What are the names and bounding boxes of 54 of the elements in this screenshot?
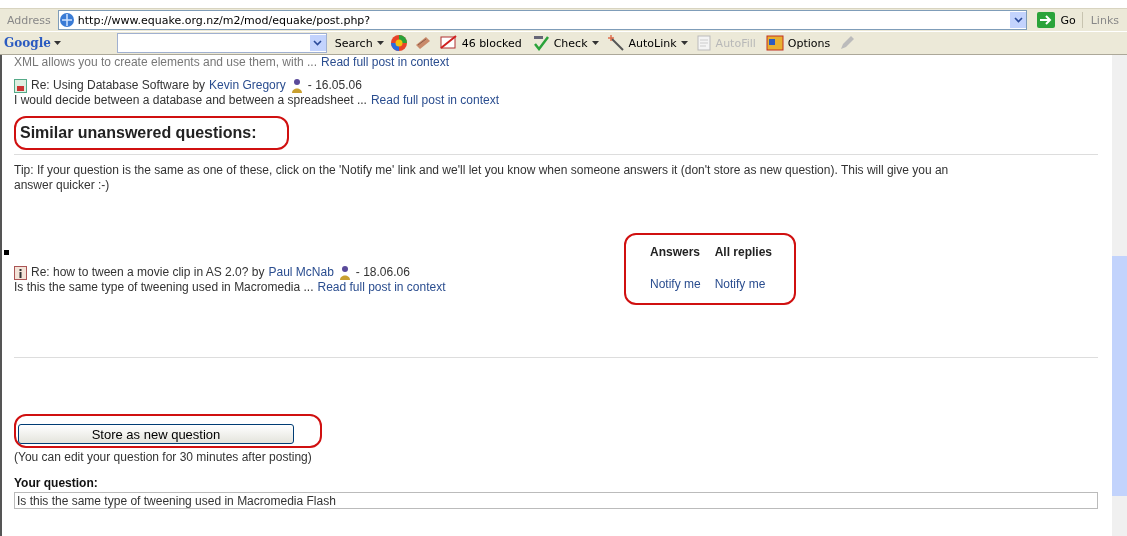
user-badge-icon — [337, 265, 352, 280]
column-header: All replies — [714, 245, 773, 259]
read-more-link[interactable]: Read full post in context — [317, 280, 446, 295]
image-icon — [14, 78, 27, 93]
post-title: Re: how to tween a movie clip in AS 2.0? by — [31, 265, 265, 280]
pagerank-icon[interactable] — [389, 34, 408, 52]
section-heading: Similar unanswered questions: — [20, 124, 257, 142]
form-icon — [695, 35, 712, 51]
dropdown-button[interactable] — [309, 35, 326, 51]
author-link[interactable]: Kevin Gregory — [209, 78, 286, 93]
address-label: Address — [6, 13, 52, 27]
check-icon — [531, 35, 550, 51]
caret-icon[interactable] — [376, 41, 384, 45]
author-link[interactable]: Paul McNab — [268, 265, 334, 280]
chevron-icon — [313, 40, 323, 46]
search-button[interactable]: Search — [332, 36, 375, 50]
store-question-button[interactable]: Store as new question — [18, 424, 294, 444]
post-date: - 16.05.06 — [307, 78, 362, 93]
page-icon — [58, 12, 75, 28]
caret-icon[interactable] — [53, 41, 61, 45]
caret-icon[interactable] — [591, 41, 599, 45]
post-excerpt: Is this the same type of tweening used in Macromedia ... — [14, 280, 314, 295]
edit-note: (You can edit your question for 30 minutes after posting) — [14, 450, 313, 464]
question-field[interactable]: Is this the same type of tweening used in Macromedia Flash — [14, 492, 1098, 509]
post-title: Re: Using Database Software by — [31, 78, 206, 93]
scrollbar[interactable] — [1112, 55, 1127, 536]
post-date: - 18.06.06 — [355, 265, 410, 280]
caret-icon[interactable] — [680, 41, 688, 45]
spell-check-button[interactable]: Check — [529, 35, 590, 51]
read-more-link[interactable]: Read full post in context — [370, 93, 499, 108]
scroll-thumb[interactable] — [1112, 256, 1127, 496]
popup-blocker-button[interactable]: 46 blocked — [437, 35, 524, 51]
info-icon — [14, 265, 27, 280]
post-excerpt: XML allows you to create elements and use them, with ... — [14, 56, 318, 68]
user-badge-icon — [289, 78, 304, 93]
google-logo[interactable]: Google — [4, 35, 51, 51]
read-more-link[interactable]: Read full post in context — [321, 56, 450, 68]
column-header: Answers — [650, 245, 701, 259]
notify-link[interactable]: Notify me — [714, 277, 773, 291]
tip-text: Tip: If your question is the same as one of these, click on the 'Notify me' link and we'll let you know when someone answers it (don't store as new question). This will give you an answer quicker :-) — [14, 163, 950, 193]
wand-icon — [606, 35, 625, 51]
blocked-window-icon — [439, 35, 458, 51]
field-label: Your question: — [14, 476, 99, 490]
address-field[interactable]: http://www.equake.org.nz/m2/mod/equake/post.php? — [57, 10, 1028, 30]
autolink-button[interactable]: AutoLink — [604, 35, 679, 51]
notify-link[interactable]: Notify me — [650, 277, 701, 291]
dropdown-button[interactable] — [1010, 12, 1027, 28]
options-button[interactable]: Options — [763, 35, 833, 51]
bullet-icon — [4, 250, 9, 255]
options-icon — [765, 35, 784, 51]
search-field[interactable] — [116, 33, 327, 53]
chevron-icon — [1013, 17, 1023, 23]
post-excerpt: I would decide between a database and between a spreadsheet ... — [14, 93, 367, 108]
go-button[interactable]: Go — [1031, 12, 1083, 28]
